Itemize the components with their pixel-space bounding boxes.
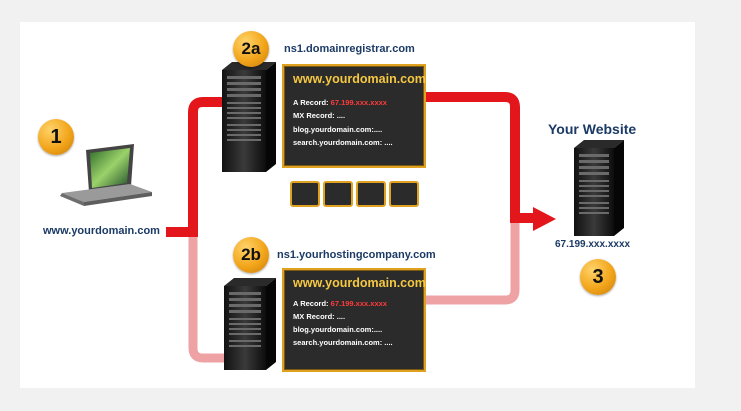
server-icon: [574, 140, 624, 236]
search-record-line: search.yourdomain.com: ....: [293, 338, 393, 347]
server-icon: [224, 278, 276, 370]
website-ip: 67.199.xxx.xxxx: [555, 239, 631, 250]
dns-record-box-b: www.yourdomain.com A Record: 67.199.xxx.…: [282, 268, 426, 372]
a-record-ip: 67.199.xxx.xxxx: [330, 299, 387, 308]
record-domain-title: www.yourdomain.com: [293, 276, 426, 290]
record-tile: [356, 181, 386, 207]
mx-record-line: MX Record: ....: [293, 312, 346, 321]
website-title: Your Website: [548, 121, 637, 137]
a-record-line: A Record: 67.199.xxx.xxxx: [293, 299, 387, 308]
step-3-badge: 3: [580, 259, 616, 295]
server-icon: [222, 62, 276, 172]
a-record-label: A Record:: [293, 299, 329, 308]
a-record-line: A Record: 67.199.xxx.xxxx: [293, 98, 387, 107]
dns-record-box-a: www.yourdomain.com A Record: 67.199.xxx.…: [282, 64, 426, 168]
ns-a-server-name: ns1.domainregistrar.com: [284, 43, 415, 55]
step-2b-badge: 2b: [233, 237, 269, 273]
record-tile: [290, 181, 320, 207]
blog-record-line: blog.yourdomain.com:....: [293, 125, 383, 134]
a-record-ip: 67.199.xxx.xxxx: [330, 98, 387, 107]
search-record-line: search.yourdomain.com: ....: [293, 138, 393, 147]
blog-record-line: blog.yourdomain.com:....: [293, 325, 383, 334]
mx-record-line: MX Record: ....: [293, 111, 346, 120]
record-tile: [323, 181, 353, 207]
a-record-label: A Record:: [293, 98, 329, 107]
ns-b-server-name: ns1.yourhostingcompany.com: [277, 249, 436, 261]
record-tile: [389, 181, 419, 207]
step-2a-badge: 2a: [233, 31, 269, 67]
client-domain-label: www.yourdomain.com: [43, 225, 160, 237]
step-1-badge: 1: [38, 119, 74, 155]
record-domain-title: www.yourdomain.com: [293, 72, 426, 86]
laptop-icon: [60, 144, 152, 206]
